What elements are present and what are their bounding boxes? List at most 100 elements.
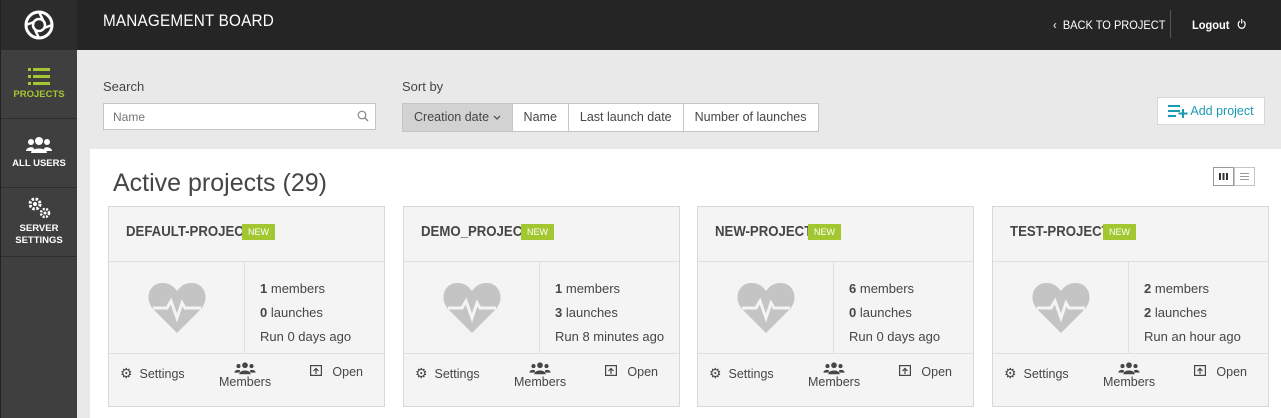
launches-stat: 2 launches xyxy=(1144,305,1207,320)
logout-label: Logout xyxy=(1192,18,1230,32)
users-icon xyxy=(26,137,52,153)
sidebar-item-label-line1: SERVER xyxy=(19,223,59,234)
logo[interactable] xyxy=(1,0,77,50)
last-run: Run 0 days ago xyxy=(849,329,941,344)
logout-button[interactable]: Logout xyxy=(1192,18,1246,32)
members-button[interactable]: Members xyxy=(808,362,860,389)
add-list-icon xyxy=(1168,105,1188,118)
sidebar-item-label: PROJECTS xyxy=(13,88,65,100)
card-stats: 6 members 0 launches Run 0 days ago xyxy=(849,277,940,349)
settings-button[interactable]: ⚙ Settings xyxy=(709,365,774,382)
logo-aperture-icon xyxy=(24,10,54,40)
last-run: Run 0 days ago xyxy=(260,329,352,344)
open-icon xyxy=(1194,365,1207,377)
project-name[interactable]: NEW-PROJECT xyxy=(715,223,812,240)
settings-label: Settings xyxy=(434,367,480,381)
open-label: Open xyxy=(332,365,364,379)
card-footer: ⚙ Settings Members Open xyxy=(698,354,973,406)
card-stats: 1 members 3 launches Run 8 minutes ago xyxy=(555,277,664,349)
gear-icon: ⚙ xyxy=(415,365,428,381)
settings-label: Settings xyxy=(1023,367,1069,381)
settings-button[interactable]: ⚙ Settings xyxy=(415,365,480,382)
open-label: Open xyxy=(921,365,953,379)
members-stat: 1 members xyxy=(260,281,326,296)
gear-icon: ⚙ xyxy=(120,365,133,381)
members-label: Members xyxy=(1103,375,1156,389)
sort-creation-date-button[interactable]: Creation date xyxy=(402,103,513,132)
sort-number-of-launches-button[interactable]: Number of launches xyxy=(683,103,819,132)
gear-icon: ⚙ xyxy=(709,365,722,381)
heartbeat-icon xyxy=(1031,282,1090,333)
project-name[interactable]: DEMO_PROJECT xyxy=(421,223,530,240)
sidebar-item-projects[interactable]: PROJECTS xyxy=(1,50,77,119)
members-icon xyxy=(234,362,256,375)
grid-view-icon xyxy=(1219,173,1228,180)
open-button[interactable]: Open xyxy=(1194,365,1247,379)
members-button[interactable]: Members xyxy=(1103,362,1155,389)
open-button[interactable]: Open xyxy=(899,365,952,379)
members-stat: 6 members xyxy=(849,281,915,296)
open-icon xyxy=(899,365,912,377)
launches-stat: 3 launches xyxy=(555,305,618,320)
card-stats: 2 members 2 launches Run an hour ago xyxy=(1144,277,1241,349)
project-card: NEW-PROJECT NEW 6 members 0 launches Run… xyxy=(697,206,974,407)
divider xyxy=(1170,10,1171,38)
new-badge: NEW xyxy=(808,224,841,240)
card-footer: ⚙ Settings Members Open xyxy=(404,354,679,406)
sort-last-launch-button[interactable]: Last launch date xyxy=(568,103,684,132)
sort-label: Sort by xyxy=(402,79,444,94)
list-icon xyxy=(28,67,50,85)
members-button[interactable]: Members xyxy=(219,362,271,389)
open-button[interactable]: Open xyxy=(605,365,658,379)
settings-button[interactable]: ⚙ Settings xyxy=(120,365,185,382)
sidebar-item-server-settings[interactable]: SERVER SETTINGS xyxy=(1,188,77,257)
new-badge: NEW xyxy=(1103,224,1136,240)
members-icon xyxy=(823,362,845,375)
sort-options: Creation date Name Last launch date Numb… xyxy=(402,103,819,132)
sidebar-item-all-users[interactable]: ALL USERS xyxy=(1,119,77,188)
members-button[interactable]: Members xyxy=(514,362,566,389)
heartbeat-icon xyxy=(442,282,501,333)
sort-name-button[interactable]: Name xyxy=(512,103,569,132)
add-project-button[interactable]: Add project xyxy=(1157,97,1265,125)
back-to-project-label: BACK TO PROJECT xyxy=(1062,18,1166,32)
members-label: Members xyxy=(219,375,272,389)
search-label: Search xyxy=(103,79,145,94)
settings-label: Settings xyxy=(139,367,185,381)
settings-label: Settings xyxy=(728,367,774,381)
chevron-down-icon xyxy=(493,115,500,120)
card-body: 1 members 3 launches Run 8 minutes ago xyxy=(404,262,679,354)
back-to-project-link[interactable]: ‹ BACK TO PROJECT xyxy=(1053,18,1165,32)
members-icon xyxy=(1118,362,1140,375)
project-name[interactable]: TEST-PROJECT xyxy=(1010,223,1110,240)
list-view-button[interactable] xyxy=(1234,167,1255,186)
section-title: Active projects (29) xyxy=(113,169,327,197)
grid-view-button[interactable] xyxy=(1213,167,1234,186)
open-label: Open xyxy=(627,365,659,379)
card-body: 1 members 0 launches Run 0 days ago xyxy=(109,262,384,354)
search-input[interactable] xyxy=(104,104,344,129)
new-badge: NEW xyxy=(521,224,554,240)
heartbeat-icon xyxy=(147,282,206,333)
project-name[interactable]: DEFAULT-PROJECT xyxy=(126,223,252,240)
members-label: Members xyxy=(514,375,567,389)
top-bar: MANAGEMENT BOARD ‹ BACK TO PROJECT Logou… xyxy=(77,0,1281,50)
add-project-label: Add project xyxy=(1190,104,1254,118)
open-icon xyxy=(310,365,323,377)
card-status-area xyxy=(109,262,245,354)
last-run: Run an hour ago xyxy=(1144,329,1241,344)
open-icon xyxy=(605,365,618,377)
open-button[interactable]: Open xyxy=(310,365,363,379)
project-card: DEFAULT-PROJECT NEW 1 members 0 launches… xyxy=(108,206,385,407)
settings-button[interactable]: ⚙ Settings xyxy=(1004,365,1069,382)
gears-icon xyxy=(28,197,51,219)
page-title: MANAGEMENT BOARD xyxy=(103,11,274,30)
card-header: NEW-PROJECT NEW xyxy=(698,207,973,262)
gear-icon: ⚙ xyxy=(1004,365,1017,381)
launches-stat: 0 launches xyxy=(849,305,912,320)
search-box xyxy=(103,103,376,130)
card-status-area xyxy=(993,262,1129,354)
open-label: Open xyxy=(1216,365,1248,379)
sort-option-label: Creation date xyxy=(414,110,490,124)
sidebar-item-label: ALL USERS xyxy=(12,158,66,169)
